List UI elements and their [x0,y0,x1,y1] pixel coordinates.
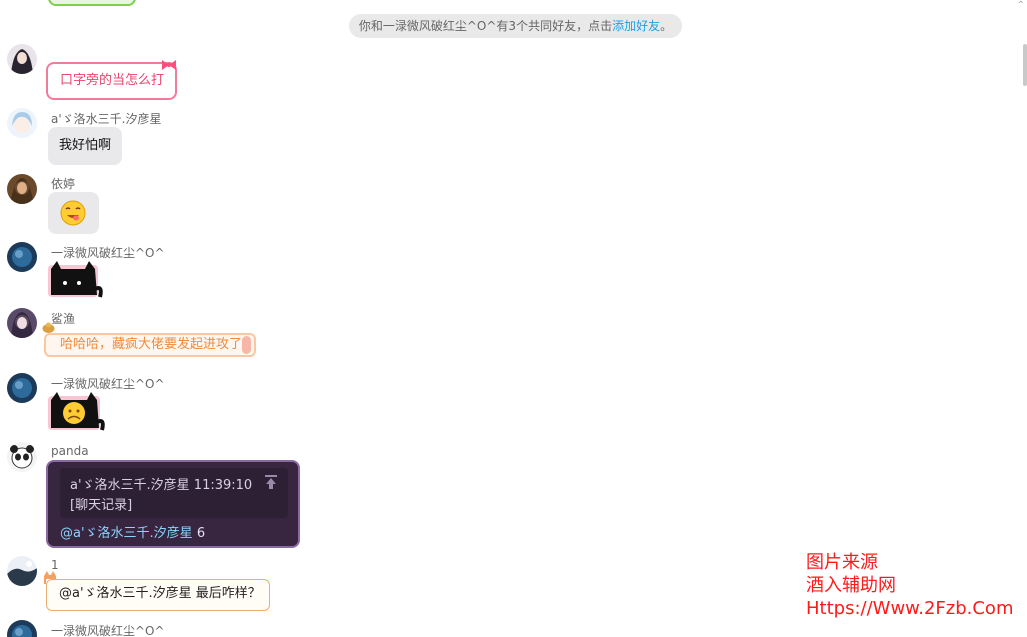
reply-line: @a'ゞ洛水三千.汐彦星 6 [60,522,205,541]
scrollbar-thumb[interactable] [1023,44,1027,86]
sender-name[interactable]: 1 [51,558,59,572]
face-savoring-emoji [60,200,86,226]
previous-message-bubble-fragment [48,0,136,6]
watermark-url: Https://Www.2Fzb.Com [806,598,1014,619]
system-notice: 你和一渌微风破红尘^O^有3个共同好友，点击添加好友。 [349,14,682,38]
black-cat-sticker[interactable] [45,259,103,301]
message-bubble[interactable]: 我好怕啊 [48,127,123,165]
message-text: @a'ゞ洛水三千.汐彦星 最后咋样？ [59,586,261,601]
sender-name[interactable]: 依婷 [51,175,75,192]
avatar[interactable] [7,308,37,338]
add-friend-link[interactable]: 添加好友 [612,19,660,33]
sender-name[interactable]: 鲨渔 [51,310,75,327]
avatar[interactable] [7,556,37,586]
avatar[interactable] [7,442,37,472]
message-bubble[interactable]: 口字旁的当怎么打 [46,60,177,100]
message-bubble[interactable]: a'ゞ洛水三千.汐彦星 11:39:10 [聊天记录] @a'ゞ洛水三千.汐彦星… [46,460,300,548]
message-bubble[interactable] [48,192,99,234]
bubble-decoration [242,336,251,354]
message-bubble[interactable]: @a'ゞ洛水三千.汐彦星 最后咋样？ [46,579,270,611]
avatar[interactable] [7,242,37,272]
watermark: 图片来源 酒入辅助网 Https://Www.2Fzb.Com [806,551,1013,620]
pin-top-icon[interactable] [264,474,278,490]
avatar[interactable] [7,108,37,138]
message-text: 哈哈哈，藏疯大佬要发起进攻了 [60,337,243,352]
system-notice-text: 你和一渌微风破红尘^O^有3个共同好友，点击 [358,19,613,33]
reply-text: 6 [192,526,206,541]
sender-name[interactable]: a'ゞ洛水三千.汐彦星 [51,110,161,127]
quote-author-time: a'ゞ洛水三千.汐彦星 11:39:10 [70,478,253,493]
system-notice-suffix: 。 [660,19,673,33]
message-text: 我好怕啊 [59,138,112,153]
avatar[interactable] [7,44,37,74]
message-text: 口字旁的当怎么打 [60,73,165,88]
corner-mark-icon: ⌃ [1016,0,1025,11]
avatar[interactable] [7,373,37,403]
mention[interactable]: @a'ゞ洛水三千.汐彦星 [60,526,193,541]
sender-name[interactable]: 一渌微风破红尘^O^ [51,622,165,637]
avatar[interactable] [7,174,37,204]
sad-face-sticker[interactable] [45,390,105,434]
avatar[interactable] [7,620,37,637]
sender-name[interactable]: panda [51,444,89,458]
message-bubble[interactable]: 哈哈哈，藏疯大佬要发起进攻了 [44,333,256,357]
chat-message-list: ⌃ 你和一渌微风破红尘^O^有3个共同好友，点击添加好友。 口字旁的当怎么打 a… [0,0,1027,637]
watermark-line: 酒入辅助网 [806,575,896,596]
forwarded-quote[interactable]: a'ゞ洛水三千.汐彦星 11:39:10 [聊天记录] [60,468,288,518]
watermark-line: 图片来源 [806,552,878,573]
bow-decoration-icon [162,60,176,70]
quote-body: [聊天记录] [70,498,133,513]
